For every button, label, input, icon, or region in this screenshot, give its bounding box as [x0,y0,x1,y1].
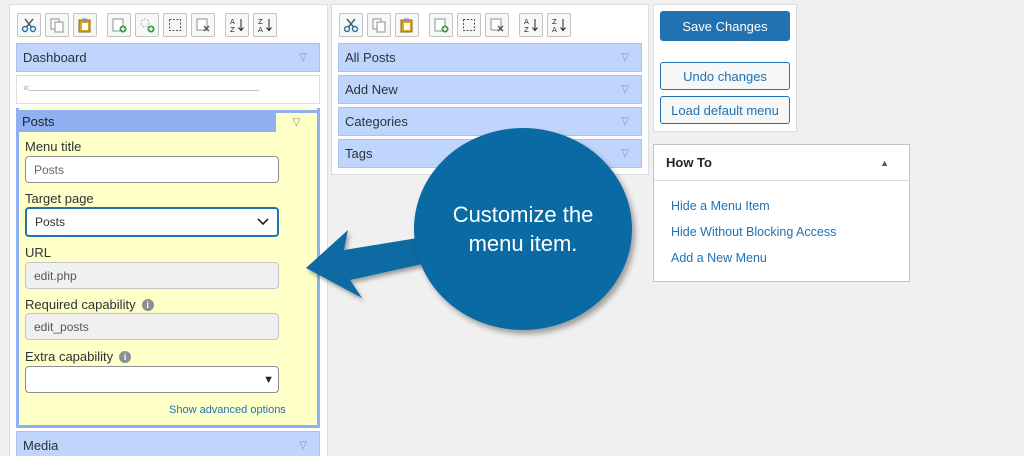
submenu-toolbar: AZ ZA [339,13,575,37]
callout-bubble: Customize the menu item. [414,128,632,330]
target-page-select[interactable]: Posts [25,207,279,237]
svg-text:A: A [230,18,235,26]
submenu-item-label: Categories [345,114,408,129]
undo-changes-button[interactable]: Undo changes [660,62,790,90]
cut-icon[interactable] [339,13,363,37]
menu-title-label: Menu title [25,139,82,154]
menu-item-dashboard[interactable]: Dashboard ▽ [16,43,320,72]
hide-icon[interactable] [457,13,481,37]
required-capability-label: Required capability i [25,297,154,312]
svg-text:Z: Z [524,26,529,33]
menu-item-label: Media [23,438,59,453]
delete-icon[interactable] [191,13,215,37]
howto-link-hide-menu-item[interactable]: Hide a Menu Item [671,199,770,213]
expand-arrow-icon[interactable]: ▽ [299,440,307,451]
expand-arrow-icon[interactable]: ▽ [621,52,629,63]
svg-text:Z: Z [258,18,263,26]
menu-item-label: Posts [22,113,55,129]
collapse-arrow-icon[interactable]: ▽ [276,110,320,132]
sort-descending-icon[interactable]: ZA [547,13,571,37]
submenu-item-all-posts[interactable]: All Posts ▽ [338,43,642,72]
submenu-item-add-new[interactable]: Add New ▽ [338,75,642,104]
how-to-box: How To ▲ Hide a Menu Item Hide Without B… [653,144,910,282]
paste-icon[interactable] [73,13,97,37]
new-separator-icon[interactable] [135,13,159,37]
submenu-item-label: Add New [345,82,398,97]
dropdown-arrow-icon[interactable]: ▼ [263,374,274,386]
load-default-menu-button[interactable]: Load default menu [660,96,790,124]
new-menu-icon[interactable] [107,13,131,37]
copy-icon[interactable] [45,13,69,37]
how-to-header[interactable]: How To ▲ [654,145,909,181]
menu-item-label: Dashboard [23,50,87,65]
svg-text:Z: Z [552,18,557,26]
menu-item-media[interactable]: Media ▽ [16,431,320,456]
extra-capability-label: Extra capability i [25,349,132,364]
callout-text: Customize the menu item. [452,202,594,256]
submenu-item-label: Tags [345,146,373,161]
expand-arrow-icon[interactable]: ▽ [621,116,629,127]
svg-text:A: A [258,26,263,33]
hide-icon[interactable] [163,13,187,37]
sort-ascending-icon[interactable]: AZ [225,13,249,37]
submenu-item-label: All Posts [345,50,396,65]
howto-link-add-new-menu[interactable]: Add a New Menu [671,251,767,265]
copy-icon[interactable] [367,13,391,37]
delete-icon[interactable] [485,13,509,37]
separator-handle-icon: « [23,82,30,94]
url-field[interactable]: edit.php [25,262,279,289]
menu-separator[interactable]: « [16,75,320,104]
menu-title-input[interactable]: Posts [25,156,279,183]
show-advanced-options-link[interactable]: Show advanced options [169,404,286,416]
menu-item-posts[interactable]: Posts [16,110,276,132]
info-icon[interactable]: i [119,350,132,363]
paste-icon[interactable] [395,13,419,37]
expand-arrow-icon[interactable]: ▽ [621,148,629,159]
expand-arrow-icon[interactable]: ▽ [299,52,307,63]
svg-text:Z: Z [230,26,235,33]
how-to-title: How To [666,155,712,170]
url-label: URL [25,245,52,260]
expand-arrow-icon[interactable]: ▽ [621,84,629,95]
sort-descending-icon[interactable]: ZA [253,13,277,37]
info-icon[interactable]: i [141,298,154,311]
separator-line [29,90,259,91]
required-capability-field[interactable]: edit_posts [25,313,279,340]
extra-capability-combobox[interactable]: ▼ [25,366,279,393]
target-page-label: Target page [25,191,94,206]
target-page-value: Posts [35,215,66,229]
cut-icon[interactable] [17,13,41,37]
new-menu-icon[interactable] [429,13,453,37]
howto-link-hide-without-blocking[interactable]: Hide Without Blocking Access [671,225,836,239]
svg-text:A: A [524,18,529,26]
left-toolbar-front: AZ ZA [17,13,281,37]
svg-text:A: A [552,26,557,33]
sort-ascending-icon[interactable]: AZ [519,13,543,37]
chevron-down-icon [257,218,269,226]
save-changes-button[interactable]: Save Changes [660,11,790,41]
collapse-caret-icon[interactable]: ▲ [880,158,889,168]
